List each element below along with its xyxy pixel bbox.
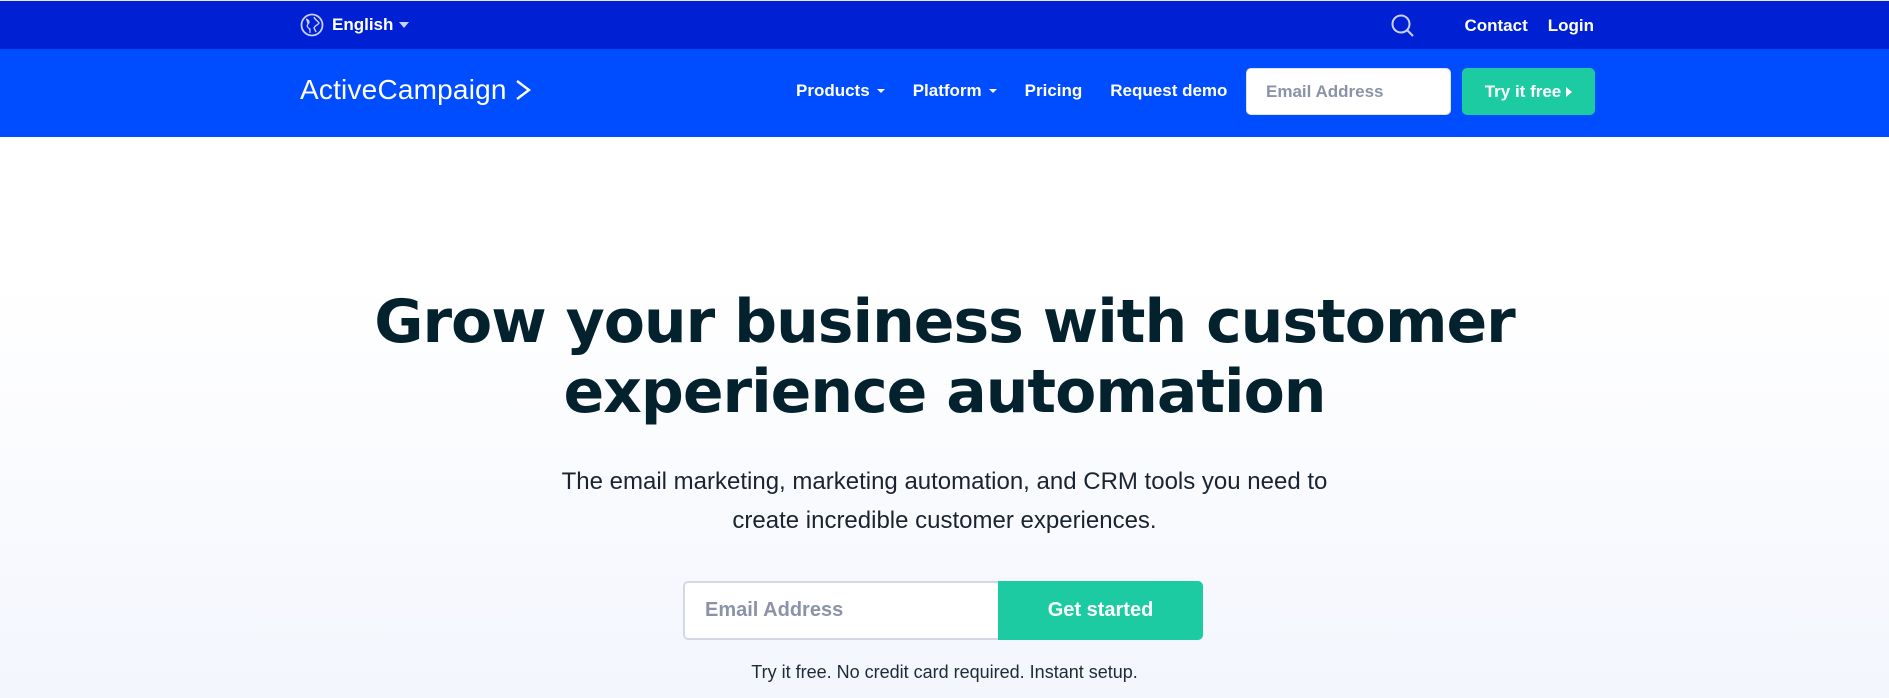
nav-item-label: Products: [796, 81, 870, 100]
try-it-free-button[interactable]: Try it free: [1462, 68, 1595, 115]
nav-item-platform[interactable]: Platform: [913, 81, 997, 101]
nav-item-pricing[interactable]: Pricing: [1025, 81, 1083, 101]
nav-item-label: Request demo: [1110, 81, 1228, 100]
utility-links: Contact Login: [1390, 13, 1594, 39]
language-label: English: [332, 15, 394, 34]
hero-subtitle-line2: create incredible customer experiences.: [732, 507, 1157, 534]
hero-title: Grow your business with customer experie…: [0, 287, 1889, 427]
signup-form: Get started: [683, 581, 1203, 640]
hero-subtitle: The email marketing, marketing automatio…: [0, 462, 1889, 540]
nav-item-label: Pricing: [1024, 81, 1083, 100]
hero-title-line2: experience automation: [563, 357, 1326, 427]
get-started-button[interactable]: Get started: [998, 581, 1203, 640]
language-selector[interactable]: English: [300, 13, 410, 37]
nav-item-request-demo[interactable]: Request demo: [1110, 81, 1227, 101]
globe-icon: [300, 13, 324, 37]
nav-item-label: Platform: [912, 81, 982, 100]
hero-subtitle-line1: The email marketing, marketing automatio…: [561, 468, 1328, 495]
top-utility-bar: English Contact Login: [0, 0, 1889, 49]
hero-title-line1: Grow your business with customer: [374, 287, 1516, 357]
chevron-down-icon: [988, 89, 997, 93]
try-it-free-label: Try it free: [1484, 81, 1562, 101]
hero-email-input[interactable]: [683, 581, 998, 640]
caret-right-icon: [1566, 86, 1573, 97]
login-link[interactable]: Login: [1548, 16, 1594, 36]
search-icon: [1391, 14, 1415, 37]
chevron-right-icon: [515, 80, 531, 100]
logo[interactable]: ActiveCampaign: [300, 74, 531, 106]
main-navbar: ActiveCampaign Products Platform Pricing…: [0, 49, 1889, 137]
signup-note: Try it free. No credit card required. In…: [751, 662, 1138, 682]
nav-item-products[interactable]: Products: [796, 81, 885, 101]
nav-menu: Products Platform Pricing Request demo: [796, 81, 1255, 101]
chevron-down-icon: [399, 22, 410, 28]
nav-email-input[interactable]: [1246, 68, 1451, 115]
chevron-down-icon: [876, 89, 885, 93]
logo-text: ActiveCampaign: [300, 74, 507, 105]
search-button[interactable]: [1390, 13, 1416, 39]
contact-link[interactable]: Contact: [1464, 16, 1527, 36]
